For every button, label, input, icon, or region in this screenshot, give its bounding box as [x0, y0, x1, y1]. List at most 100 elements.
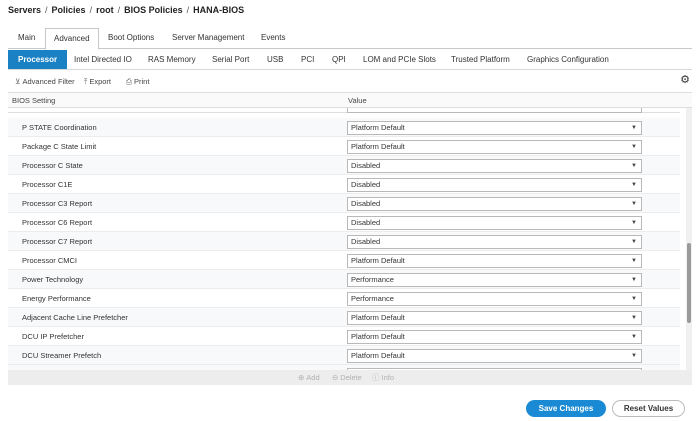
delete-label: Delete	[340, 373, 362, 382]
breadcrumb-bios-policies[interactable]: BIOS Policies	[124, 5, 183, 15]
table-row: Processor C7 Report Disabled ▼	[8, 232, 680, 251]
dropdown-value: Disabled	[351, 237, 381, 246]
table-row: Processor CMCI Platform Default ▼	[8, 251, 680, 270]
dropdown-value: Platform Default	[351, 332, 405, 341]
column-header-bios-setting[interactable]: BIOS Setting	[12, 93, 55, 108]
dropdown-value: Disabled	[351, 161, 381, 170]
value-dropdown[interactable]: Disabled ▼	[347, 178, 642, 192]
scrollbar-thumb[interactable]	[687, 243, 691, 323]
breadcrumb-separator: /	[186, 5, 190, 15]
caret-down-icon: ▼	[631, 201, 637, 207]
table-header: BIOS Setting Value	[8, 92, 692, 108]
bios-settings-table: P STATE Coordination Platform Default ▼ Pac…	[8, 108, 692, 370]
bios-setting-name: DCU IP Prefetcher	[22, 332, 84, 341]
reset-values-button[interactable]: Reset Values	[612, 400, 685, 417]
dropdown-value: Disabled	[351, 199, 381, 208]
tab-trusted-platform[interactable]: Trusted Platform	[451, 50, 510, 69]
breadcrumb-servers[interactable]: Servers	[8, 5, 41, 15]
dropdown-value: Platform Default	[351, 313, 405, 322]
value-dropdown[interactable]: Disabled ▼	[347, 235, 642, 249]
value-dropdown[interactable]: Platform Default ▼	[347, 140, 642, 154]
print-label: Print	[134, 77, 150, 86]
add-label: Add	[306, 373, 320, 382]
scrollbar-track[interactable]	[686, 108, 692, 370]
advanced-filter-button[interactable]: ⊻ Advanced Filter	[15, 74, 75, 90]
table-row-partial	[8, 108, 680, 113]
tab-boot-options[interactable]: Boot Options	[100, 28, 162, 49]
tab-advanced[interactable]: Advanced	[45, 28, 99, 50]
dropdown-value: Performance	[351, 294, 394, 303]
value-dropdown[interactable]: Disabled ▼	[347, 197, 642, 211]
tab-ras-memory[interactable]: RAS Memory	[148, 50, 196, 69]
sub-tabs: Processor Intel Directed IO RAS Memory S…	[8, 50, 692, 70]
tab-serial-port[interactable]: Serial Port	[212, 50, 249, 69]
table-footer-actions: ⊕ Add ⊖ Delete ⓘ Info	[8, 370, 692, 385]
column-header-value[interactable]: Value	[348, 93, 367, 108]
add-button[interactable]: ⊕ Add	[298, 370, 320, 385]
tab-server-management[interactable]: Server Management	[164, 28, 252, 49]
breadcrumb-policies[interactable]: Policies	[52, 5, 86, 15]
breadcrumb-separator: /	[89, 5, 93, 15]
export-label: Export	[89, 77, 112, 86]
value-dropdown[interactable]: Disabled ▼	[347, 159, 642, 173]
bios-setting-name: Processor C3 Report	[22, 199, 93, 208]
info-icon: ⓘ	[372, 373, 380, 382]
caret-down-icon: ▼	[631, 315, 637, 321]
value-dropdown[interactable]: Platform Default ▼	[347, 349, 642, 363]
bios-setting-name: P STATE Coordination	[22, 123, 97, 132]
breadcrumb-root[interactable]: root	[96, 5, 114, 15]
export-icon: ⤒	[84, 77, 88, 86]
tab-usb[interactable]: USB	[267, 50, 283, 69]
info-button[interactable]: ⓘ Info	[372, 370, 394, 385]
caret-down-icon: ▼	[631, 296, 637, 302]
caret-down-icon: ▼	[631, 220, 637, 226]
table-row: P STATE Coordination Platform Default ▼	[8, 118, 680, 137]
breadcrumb-separator: /	[45, 5, 48, 15]
tab-intel-directed-io[interactable]: Intel Directed IO	[74, 50, 132, 69]
dropdown-value: Platform Default	[351, 123, 405, 132]
caret-down-icon: ▼	[631, 239, 637, 245]
bios-setting-name: Processor CMCI	[22, 256, 78, 265]
bios-setting-name: Processor C State	[22, 161, 83, 170]
bios-setting-name: Package C State Limit	[22, 142, 97, 151]
bios-setting-name: Processor C6 Report	[22, 218, 93, 227]
tab-pci[interactable]: PCI	[301, 50, 314, 69]
value-dropdown[interactable]: Platform Default ▼	[347, 121, 642, 135]
export-button[interactable]: ⤒ Export	[84, 74, 111, 90]
print-button[interactable]: ⎙ Print	[126, 74, 149, 90]
save-changes-button[interactable]: Save Changes	[526, 400, 606, 417]
info-label: Info	[381, 373, 395, 382]
caret-down-icon: ▼	[631, 353, 637, 359]
tab-events[interactable]: Events	[253, 28, 293, 49]
table-row: Power Technology Performance ▼	[8, 270, 680, 289]
table-row: Package C State Limit Platform Default ▼	[8, 137, 680, 156]
table-row: Processor C1E Disabled ▼	[8, 175, 680, 194]
table-row: Processor C6 Report Disabled ▼	[8, 213, 680, 232]
caret-down-icon: ▼	[631, 277, 637, 283]
gear-icon[interactable]: ⚙	[680, 73, 690, 86]
caret-down-icon: ▼	[631, 144, 637, 150]
delete-button[interactable]: ⊖ Delete	[332, 370, 362, 385]
value-dropdown[interactable]: Disabled ▼	[347, 216, 642, 230]
table-row: DCU Streamer Prefetch Platform Default ▼	[8, 346, 680, 365]
value-dropdown[interactable]: Platform Default ▼	[347, 330, 642, 344]
tab-graphics-configuration[interactable]: Graphics Configuration	[527, 50, 609, 69]
plus-icon: ⊕	[298, 373, 305, 382]
caret-down-icon: ▼	[631, 334, 637, 340]
tab-main[interactable]: Main	[10, 28, 43, 49]
value-dropdown[interactable]: Platform Default ▼	[347, 254, 642, 268]
bios-setting-name: Processor C1E	[22, 180, 73, 189]
tab-processor[interactable]: Processor	[8, 50, 68, 69]
tab-lom-pcie-slots[interactable]: LOM and PCIe Slots	[363, 50, 436, 69]
value-dropdown[interactable]: Performance ▼	[347, 273, 642, 287]
table-row: Energy Performance Performance ▼	[8, 289, 680, 308]
value-dropdown[interactable]	[347, 108, 642, 113]
value-dropdown[interactable]: Platform Default ▼	[347, 311, 642, 325]
breadcrumb: Servers / Policies / root / BIOS Policie…	[8, 5, 244, 15]
tab-qpi[interactable]: QPI	[332, 50, 346, 69]
filter-icon: ⊻	[15, 77, 21, 86]
toolbar: ⊻ Advanced Filter ⤒ Export ⎙ Print ⚙	[8, 74, 692, 90]
caret-down-icon: ▼	[631, 163, 637, 169]
value-dropdown[interactable]: Performance ▼	[347, 292, 642, 306]
dropdown-value: Disabled	[351, 218, 381, 227]
